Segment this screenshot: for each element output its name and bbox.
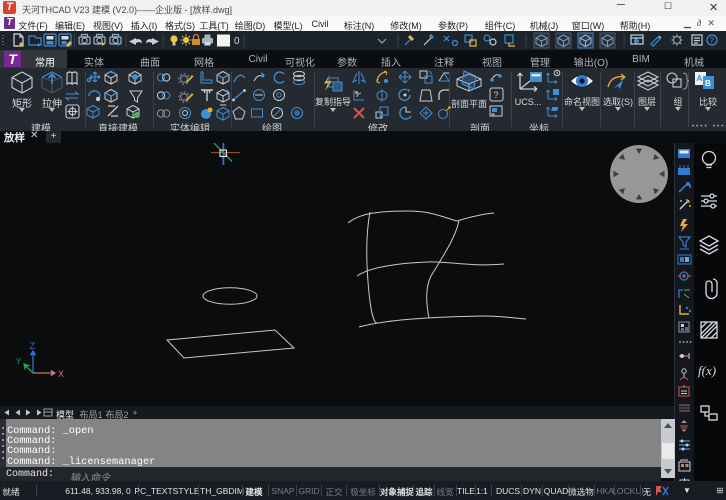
svg-text:?: ? xyxy=(710,36,715,45)
svg-text:?: ? xyxy=(494,90,499,100)
svg-text:Y: Y xyxy=(16,357,22,366)
svg-text:A: A xyxy=(697,74,703,83)
svg-text:f(x): f(x) xyxy=(698,363,716,378)
svg-text:Z: Z xyxy=(30,341,36,351)
svg-text:B: B xyxy=(705,79,711,88)
svg-text:X: X xyxy=(58,369,64,379)
svg-text:0: 0 xyxy=(234,36,240,47)
